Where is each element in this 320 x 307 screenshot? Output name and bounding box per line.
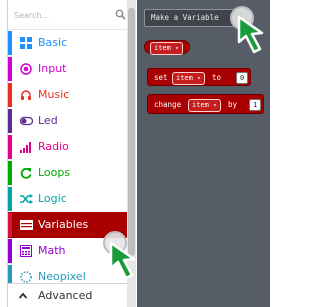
toolbox-scrollbar-thumb[interactable] <box>128 8 135 256</box>
category-color-bar <box>8 239 12 263</box>
category-label: Music <box>38 88 70 101</box>
category-color-bar <box>8 109 12 133</box>
make-variable-label: Make a Variable <box>151 13 219 22</box>
make-variable-button[interactable]: Make a Variable <box>144 9 244 27</box>
change-variable-dropdown[interactable]: item ▾ <box>188 99 221 112</box>
category-label: Led <box>38 114 58 127</box>
radio-target-icon <box>19 62 33 76</box>
set-variable-dropdown[interactable]: item ▾ <box>172 72 205 85</box>
dropdown-arrow-icon: ▾ <box>197 75 201 82</box>
pointer-arrow-icon <box>109 241 136 280</box>
category-label: Variables <box>38 218 89 231</box>
category-color-bar <box>8 83 12 107</box>
change-variable-name: item <box>192 101 209 109</box>
category-loops[interactable]: Loops <box>8 160 132 186</box>
category-basic[interactable]: Basic <box>8 30 132 56</box>
set-to-label: to <box>212 73 222 82</box>
category-color-bar <box>8 31 12 55</box>
category-color-bar <box>8 213 12 237</box>
set-keyword: set <box>154 73 168 82</box>
pointer-arrow-icon <box>237 15 264 54</box>
advanced-label: Advanced <box>38 289 93 302</box>
refresh-icon <box>19 166 33 180</box>
category-color-bar <box>8 135 12 159</box>
set-value-input[interactable]: 0 <box>236 72 249 84</box>
set-variable-block[interactable]: set item ▾ to 0 <box>147 68 251 86</box>
dropdown-arrow-icon: ▾ <box>175 45 179 52</box>
change-variable-block[interactable]: change item ▾ by 1 <box>147 94 264 114</box>
toggle-icon <box>19 114 33 128</box>
category-label: Radio <box>38 140 69 153</box>
category-led[interactable]: Led <box>8 108 132 134</box>
signal-bars-icon <box>19 140 33 154</box>
set-variable-name: item <box>176 74 193 82</box>
category-label: Loops <box>38 166 71 179</box>
search-icon[interactable] <box>115 9 126 20</box>
grid-icon <box>19 36 33 50</box>
category-label: Math <box>38 244 66 257</box>
workspace-edge <box>270 0 281 307</box>
chevron-up-icon <box>18 292 28 299</box>
search-input[interactable] <box>14 7 109 23</box>
headphones-icon <box>19 88 33 102</box>
category-color-bar <box>8 161 12 185</box>
advanced-category[interactable]: Advanced <box>8 283 132 307</box>
category-logic[interactable]: Logic <box>8 186 132 212</box>
category-music[interactable]: Music <box>8 82 132 108</box>
change-keyword: change <box>154 100 182 109</box>
search-box <box>8 4 133 30</box>
category-label: Neopixel <box>38 270 86 283</box>
variable-name: item <box>154 44 171 52</box>
category-input[interactable]: Input <box>8 56 132 82</box>
variable-reporter-block[interactable]: item ▾ <box>144 40 190 55</box>
shuffle-icon <box>19 192 33 206</box>
category-label: Basic <box>38 36 68 49</box>
category-color-bar <box>8 57 12 81</box>
change-value-input[interactable]: 1 <box>249 99 262 111</box>
variable-dropdown[interactable]: item ▾ <box>150 42 183 55</box>
dropdown-arrow-icon: ▾ <box>213 102 217 109</box>
change-by-label: by <box>228 100 238 109</box>
dotted-circle-icon <box>19 270 33 284</box>
category-color-bar <box>8 187 12 211</box>
category-radio[interactable]: Radio <box>8 134 132 160</box>
list-icon <box>19 218 33 232</box>
calculator-icon <box>19 244 33 258</box>
category-label: Input <box>38 62 67 75</box>
category-label: Logic <box>38 192 67 205</box>
